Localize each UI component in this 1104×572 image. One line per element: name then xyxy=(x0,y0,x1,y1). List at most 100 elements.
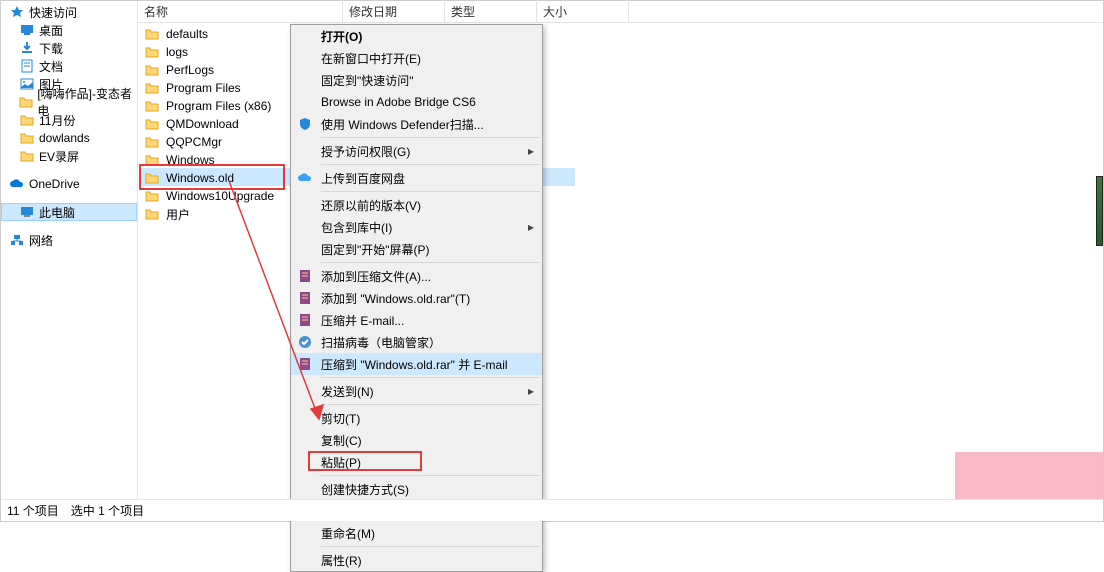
sidebar-onedrive[interactable]: OneDrive xyxy=(1,175,137,193)
file-row[interactable]: Program Files xyxy=(138,79,1103,97)
cm-upload-baidu[interactable]: 上传到百度网盘 xyxy=(291,167,542,189)
folder-icon xyxy=(19,130,35,146)
cm-label: 发送到(N) xyxy=(321,383,374,400)
folder-icon xyxy=(144,206,160,222)
cm-label: 使用 Windows Defender扫描... xyxy=(321,116,484,133)
cm-defender[interactable]: 使用 Windows Defender扫描... xyxy=(291,113,542,135)
cm-library[interactable]: 包含到库中(I) ▸ xyxy=(291,216,542,238)
sidebar-item-desktop[interactable]: 桌面 xyxy=(1,21,137,39)
file-row[interactable]: 用户 xyxy=(138,205,1103,223)
sidebar-item-folder3[interactable]: dowlands xyxy=(1,129,137,147)
cm-separator xyxy=(321,546,540,547)
sidebar-item-folder4[interactable]: EV录屏 xyxy=(1,147,137,165)
cm-shortcut[interactable]: 创建快捷方式(S) xyxy=(291,478,542,500)
cm-separator xyxy=(321,475,540,476)
document-icon xyxy=(19,58,35,74)
cm-bridge[interactable]: Browse in Adobe Bridge CS6 xyxy=(291,91,542,113)
sidebar-quick-access[interactable]: 快速访问 xyxy=(1,3,137,21)
sidebar-label: 此电脑 xyxy=(39,204,75,221)
sidebar-label: 桌面 xyxy=(39,22,63,39)
sidebar-item-documents[interactable]: 文档 xyxy=(1,57,137,75)
rar-icon xyxy=(296,355,314,373)
cm-label: 复制(C) xyxy=(321,432,362,449)
folder-icon xyxy=(144,98,160,114)
cloud-icon xyxy=(9,176,25,192)
cm-label: 包含到库中(I) xyxy=(321,219,392,236)
shield-icon xyxy=(296,115,314,133)
highlight-box-2 xyxy=(308,451,422,471)
header-type[interactable]: 类型 xyxy=(445,0,537,23)
chevron-right-icon: ▸ xyxy=(528,220,534,234)
cm-separator xyxy=(321,262,540,263)
star-icon xyxy=(9,4,25,20)
cm-separator xyxy=(321,404,540,405)
cm-label: 创建快捷方式(S) xyxy=(321,481,409,498)
sidebar-item-downloads[interactable]: 下载 xyxy=(1,39,137,57)
cm-compress-email2[interactable]: 压缩到 "Windows.old.rar" 并 E-mail xyxy=(291,353,542,375)
header-name[interactable]: 名称 xyxy=(138,0,343,23)
file-row[interactable]: defaults 2017/9/10 13:16 文件夹 xyxy=(138,25,1103,43)
context-menu: 打开(O) 在新窗口中打开(E) 固定到"快速访问" Browse in Ado… xyxy=(290,24,543,572)
header-size[interactable]: 大小 xyxy=(537,0,629,23)
folder-icon xyxy=(144,62,160,78)
cm-sendto[interactable]: 发送到(N)▸ xyxy=(291,380,542,402)
file-row[interactable]: PerfLogs xyxy=(138,61,1103,79)
cm-scan360[interactable]: 扫描病毒（电脑管家） xyxy=(291,331,542,353)
sidebar-label: 下载 xyxy=(39,40,63,57)
file-row[interactable]: QQPCMgr xyxy=(138,133,1103,151)
file-row-selected[interactable]: Windows.old xyxy=(138,169,1103,187)
cm-copy[interactable]: 复制(C) xyxy=(291,429,542,451)
chevron-right-icon: ▸ xyxy=(528,144,534,158)
cm-addarc[interactable]: 添加到压缩文件(A)... xyxy=(291,265,542,287)
cm-properties[interactable]: 属性(R) xyxy=(291,549,542,571)
cm-label: 属性(R) xyxy=(321,552,362,569)
file-row[interactable]: QMDownload xyxy=(138,115,1103,133)
folder-icon xyxy=(144,80,160,96)
cloud-up-icon xyxy=(296,169,314,187)
folder-icon xyxy=(144,170,160,186)
file-row[interactable]: Program Files (x86) xyxy=(138,97,1103,115)
cm-new-window[interactable]: 在新窗口中打开(E) xyxy=(291,47,542,69)
cm-rename[interactable]: 重命名(M) xyxy=(291,522,542,544)
cm-addto[interactable]: 添加到 "Windows.old.rar"(T) xyxy=(291,287,542,309)
sidebar-label: OneDrive xyxy=(29,177,80,191)
pc-icon xyxy=(19,204,35,220)
cm-pin-start[interactable]: 固定到"开始"屏幕(P) xyxy=(291,238,542,260)
cm-separator xyxy=(321,191,540,192)
sidebar-network[interactable]: 网络 xyxy=(1,231,137,249)
statusbar: 11 个项目 选中 1 个项目 xyxy=(1,499,1103,521)
cm-label: 剪切(T) xyxy=(321,410,360,427)
cm-restore[interactable]: 还原以前的版本(V) xyxy=(291,194,542,216)
cm-label: 添加到压缩文件(A)... xyxy=(321,268,431,285)
cm-label: 添加到 "Windows.old.rar"(T) xyxy=(321,290,470,307)
status-selected-count: 选中 1 个项目 xyxy=(71,502,144,519)
folder-icon xyxy=(144,134,160,150)
header-date[interactable]: 修改日期 xyxy=(343,0,445,23)
download-icon xyxy=(19,40,35,56)
sidebar-label: 11月份 xyxy=(39,112,75,129)
sidebar-thispc[interactable]: 此电脑 xyxy=(1,203,137,221)
folder-icon xyxy=(144,26,160,42)
cm-separator xyxy=(321,377,540,378)
sidebar-label: 文档 xyxy=(39,58,63,75)
cm-open[interactable]: 打开(O) xyxy=(291,25,542,47)
cm-pin-quick[interactable]: 固定到"快速访问" xyxy=(291,69,542,91)
file-list: defaults 2017/9/10 13:16 文件夹 logs PerfLo… xyxy=(138,23,1103,223)
cm-label: 上传到百度网盘 xyxy=(321,170,405,187)
folder-icon xyxy=(19,112,35,128)
sidebar-item-folder1[interactable]: [嗨嗨作品]-变态者电 xyxy=(1,93,137,111)
cm-compress-email[interactable]: 压缩并 E-mail... xyxy=(291,309,542,331)
picture-icon xyxy=(19,76,35,92)
cm-cut[interactable]: 剪切(T) xyxy=(291,407,542,429)
cm-label: 打开(O) xyxy=(321,28,362,45)
cm-label: 授予访问权限(G) xyxy=(321,143,410,160)
cm-label: 压缩并 E-mail... xyxy=(321,312,404,329)
right-tab[interactable] xyxy=(1096,176,1103,246)
pink-overlay xyxy=(955,452,1103,499)
cm-separator xyxy=(321,137,540,138)
sidebar-label: EV录屏 xyxy=(39,148,79,165)
cm-grant-access[interactable]: 授予访问权限(G) ▸ xyxy=(291,140,542,162)
file-row[interactable]: logs xyxy=(138,43,1103,61)
cm-label: 压缩到 "Windows.old.rar" 并 E-mail xyxy=(321,356,508,373)
content-area: 名称 修改日期 类型 大小 defaults 2017/9/10 13:16 文… xyxy=(138,1,1103,521)
